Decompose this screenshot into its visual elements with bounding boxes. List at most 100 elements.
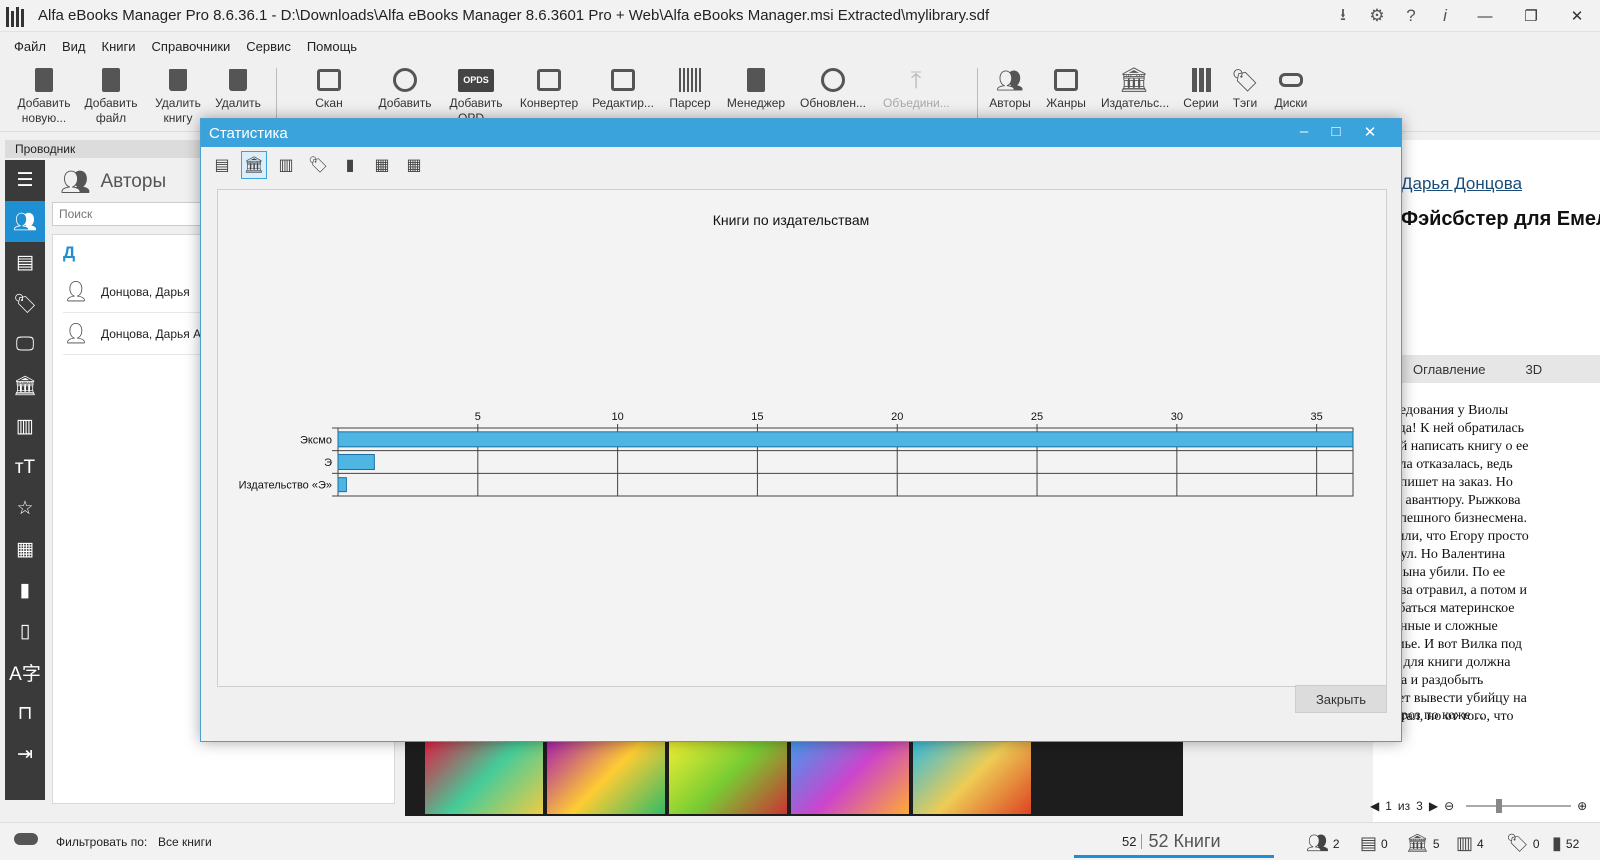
toolbar-add-search-button[interactable]: Добавить bbox=[372, 64, 438, 111]
toolbar-add-opds-button[interactable]: OPDS Добавить OPD... bbox=[443, 64, 509, 126]
sidebar-publishers-icon[interactable]: 🏛︎ bbox=[5, 365, 45, 406]
dialog-minimize-button[interactable]: – bbox=[1289, 123, 1319, 140]
cover-strip bbox=[405, 740, 1183, 816]
add-file-icon bbox=[102, 68, 120, 92]
minimize-button[interactable]: — bbox=[1462, 8, 1508, 25]
toolbar-delete-book-button[interactable]: Удалить книгу bbox=[145, 64, 211, 126]
y-category-label: Эксмо bbox=[300, 434, 332, 446]
genres-icon bbox=[1054, 69, 1078, 91]
stat-calendar-tool-icon[interactable]: ▦ bbox=[369, 151, 395, 179]
zoom-slider-thumb[interactable] bbox=[1496, 799, 1503, 813]
toolbar-delete-button[interactable]: Удалить bbox=[205, 64, 271, 111]
stat-authors[interactable]: 👥︎ 2 bbox=[1306, 833, 1340, 854]
toolbar-manager-button[interactable]: Менеджер bbox=[723, 64, 789, 111]
parser-icon bbox=[679, 68, 701, 92]
chart-title: Книги по издательствам bbox=[713, 212, 870, 228]
sidebar-tags-icon[interactable]: 🏷︎ bbox=[5, 283, 45, 324]
sidebar-font-size-icon[interactable]: ᴛT bbox=[5, 447, 45, 488]
menu-view[interactable]: Вид bbox=[54, 39, 94, 54]
toolbar-genres-button[interactable]: Жанры bbox=[1033, 64, 1099, 111]
toolbar-add-file-button[interactable]: Добавить файл bbox=[78, 64, 144, 126]
sidebar-exit-icon[interactable]: ⇥ bbox=[5, 734, 45, 775]
toolbar-edit-button[interactable]: Редактир... bbox=[590, 64, 656, 111]
sidebar-genres-icon[interactable]: ▤ bbox=[5, 242, 45, 283]
stat-publishers-tool-icon[interactable]: 🏛︎ bbox=[241, 151, 267, 179]
tab-3d[interactable]: 3D bbox=[1525, 362, 1542, 377]
menu-service[interactable]: Сервис bbox=[238, 39, 299, 54]
pager: ◀ 1 из 3 ▶ ⊖ ⊕ bbox=[1370, 795, 1600, 817]
tags-icon: 🏷︎ bbox=[1506, 833, 1529, 853]
book-details-panel: Дарья Донцова Фэйсбстер для Емели Оглавл… bbox=[1223, 140, 1600, 830]
sidebar-calendar-icon[interactable]: ▦ bbox=[5, 529, 45, 570]
book-cover[interactable] bbox=[547, 742, 665, 814]
converter-icon bbox=[537, 69, 561, 91]
stat-genres-tool-icon[interactable]: ▤ bbox=[209, 151, 235, 179]
sidebar-file-icon[interactable]: ▮ bbox=[5, 570, 45, 611]
book-title: Фэйсбстер для Емели bbox=[1401, 208, 1600, 230]
stat-series-tool-icon[interactable]: ▥ bbox=[273, 151, 299, 179]
series-icon: ▥ bbox=[1456, 833, 1474, 853]
toolbar-new-book-button[interactable]: Добавить новую... bbox=[11, 64, 77, 126]
new-book-icon bbox=[35, 68, 53, 92]
page-total: 3 bbox=[1416, 799, 1423, 813]
book-cover[interactable] bbox=[791, 742, 909, 814]
dialog-close-icon[interactable]: ✕ bbox=[1355, 123, 1385, 141]
download-icon[interactable]: ⭳ bbox=[1326, 2, 1360, 31]
toolbar-parser-button[interactable]: Парсер bbox=[657, 64, 723, 111]
close-button[interactable]: Закрыть bbox=[1295, 685, 1387, 713]
menu-references[interactable]: Справочники bbox=[144, 39, 239, 54]
stat-tags-tool-icon[interactable]: 🏷︎ bbox=[305, 151, 331, 179]
window-titlebar: Alfa eBooks Manager Pro 8.6.36.1 - D:\Do… bbox=[0, 0, 1600, 32]
stat-calendar-alt-tool-icon[interactable]: ▦ bbox=[401, 151, 427, 179]
help-icon[interactable]: ? bbox=[1394, 6, 1428, 26]
filter-value[interactable]: Все книги bbox=[158, 835, 212, 849]
toolbar-disks-button[interactable]: Диски bbox=[1258, 64, 1324, 111]
sidebar-series-icon[interactable]: ▥ bbox=[5, 406, 45, 447]
toolbar-scan-button[interactable]: Скан bbox=[296, 64, 362, 111]
sidebar-star-icon[interactable]: ☆ bbox=[5, 488, 45, 529]
stat-tags[interactable]: 🏷︎ 0 bbox=[1506, 833, 1540, 854]
book-cover[interactable] bbox=[913, 742, 1031, 814]
tab-contents[interactable]: Оглавление bbox=[1413, 362, 1485, 377]
cloud-icon[interactable] bbox=[14, 833, 38, 845]
page-current: 1 bbox=[1385, 799, 1392, 813]
gear-icon[interactable]: ⚙ bbox=[1360, 6, 1394, 26]
book-author-link[interactable]: Дарья Донцова bbox=[1401, 174, 1522, 194]
menu-books[interactable]: Книги bbox=[94, 39, 144, 54]
sidebar-language-icon[interactable]: A字 bbox=[5, 652, 45, 693]
prev-page-icon[interactable]: ◀ bbox=[1370, 799, 1379, 813]
author-name: Донцова, Дарья bbox=[101, 284, 190, 299]
toolbar-publishers-button[interactable]: 🏛︎ Издательс... bbox=[1101, 64, 1169, 111]
menu-help[interactable]: Помощь bbox=[299, 39, 365, 54]
stat-files-tool-icon[interactable]: ▮ bbox=[337, 151, 363, 179]
stat-series[interactable]: ▥ 4 bbox=[1456, 833, 1484, 854]
sidebar-book-icon[interactable]: ▯ bbox=[5, 611, 45, 652]
sidebar-authors-icon[interactable]: 👥︎ bbox=[5, 201, 45, 242]
toolbar-converter-button[interactable]: Конвертер bbox=[516, 64, 582, 111]
tags-icon: 🏷︎ bbox=[1231, 67, 1259, 93]
stat-publishers[interactable]: 🏛︎ 5 bbox=[1406, 833, 1440, 854]
zoom-in-icon[interactable]: ⊕ bbox=[1577, 799, 1587, 813]
menu-file[interactable]: Файл bbox=[6, 39, 54, 54]
zoom-slider[interactable] bbox=[1466, 799, 1572, 813]
book-cover[interactable] bbox=[425, 742, 543, 814]
next-page-icon[interactable]: ▶ bbox=[1429, 799, 1438, 813]
dialog-maximize-button[interactable]: □ bbox=[1321, 123, 1351, 140]
sidebar-shelf-icon[interactable]: ⊓ bbox=[5, 693, 45, 734]
stat-files[interactable]: ▮ 52 bbox=[1552, 833, 1579, 854]
book-count-number: 52 bbox=[1122, 833, 1143, 849]
x-tick-label: 20 bbox=[891, 411, 903, 423]
hamburger-menu-icon[interactable]: ☰ bbox=[5, 160, 45, 201]
sidebar-monitor-icon[interactable]: 🖵 bbox=[5, 324, 45, 365]
bar bbox=[337, 431, 1354, 448]
publishers-bar-chart: Книги по издательствам 5 10 15 20 25 30 35 Эксмо… bbox=[239, 212, 1354, 497]
book-cover[interactable] bbox=[669, 742, 787, 814]
maximize-button[interactable]: ❐ bbox=[1508, 7, 1554, 25]
close-window-button[interactable]: ✕ bbox=[1554, 7, 1600, 25]
stat-genres[interactable]: ▤ 0 bbox=[1360, 833, 1388, 854]
toolbar-update-button[interactable]: Обновлен... bbox=[800, 64, 866, 111]
zoom-out-icon[interactable]: ⊖ bbox=[1444, 799, 1454, 813]
menu-bar: Файл Вид Книги Справочники Сервис Помощь bbox=[0, 33, 1600, 59]
info-icon[interactable]: i bbox=[1428, 6, 1462, 26]
toolbar-merge-button[interactable]: ⤒ Объедини... bbox=[883, 64, 950, 111]
